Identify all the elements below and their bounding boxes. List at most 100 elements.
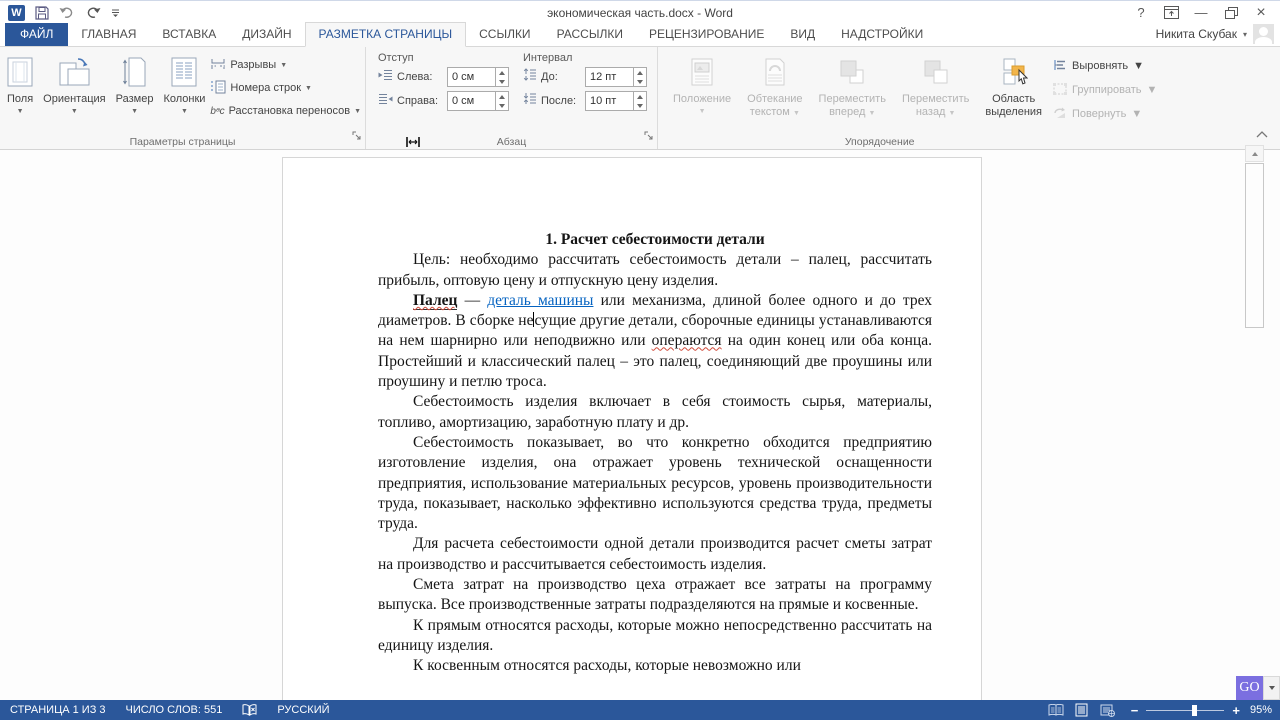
title-bar: экономическая часть.docx - Word W ? — × [0,0,1280,24]
window-controls: ? — × [1128,3,1280,23]
window-title: экономическая часть.docx - Word [0,6,1280,20]
ribbon-tab-row: ФАЙЛ ГЛАВНАЯ ВСТАВКА ДИЗАЙН РАЗМЕТКА СТР… [0,24,1280,47]
size-button[interactable]: Размер ▼ [111,52,159,136]
read-mode-icon[interactable] [1043,700,1069,720]
line-numbers-dropdown-icon: ▼ [305,85,312,92]
breaks-button[interactable]: Разрывы ▼ [210,55,361,75]
zoom-thumb[interactable] [1192,705,1197,716]
doc-paragraph-definition: Палец — деталь машины или механизма, дли… [378,291,932,392]
align-button[interactable]: Выровнять ▼ [1053,56,1157,76]
zoom-slider[interactable]: − + [1121,703,1250,718]
group-button: Группировать ▼ [1053,80,1157,100]
spacing-before-label: До: [541,71,581,83]
tab-view[interactable]: ВИД [777,23,828,46]
indent-left-label: Слева: [397,71,443,83]
doc-hyperlink[interactable]: деталь машины [487,292,593,309]
indent-right-icon [378,92,393,110]
bring-forward-button: Переместитьвперед ▼ [814,52,891,136]
doc-paragraph-cost-includes: Себестоимость изделия включает в себя ст… [378,392,932,433]
tab-mailings[interactable]: РАССЫЛКИ [544,23,636,46]
spacing-after-input[interactable]: 10 пт [585,91,647,111]
go-overlay-dropdown-icon[interactable] [1263,676,1280,700]
size-dropdown-icon: ▼ [131,108,138,115]
group-arrange: Положение ▼ Обтеканиетекстом ▼ Перемести… [658,47,1161,149]
line-numbers-button[interactable]: Номера строк ▼ [210,78,361,98]
position-button: Положение ▼ [668,52,736,136]
doc-misspelled-word: операются [652,332,722,349]
spacing-before-input[interactable]: 12 пт [585,67,647,87]
orientation-dropdown-icon: ▼ [71,108,78,115]
vertical-scrollbar[interactable] [1245,145,1264,700]
web-layout-icon[interactable] [1095,700,1121,720]
tab-review[interactable]: РЕЦЕНЗИРОВАНИЕ [636,23,777,46]
tab-page-layout[interactable]: РАЗМЕТКА СТРАНИЦЫ [305,22,467,47]
language-indicator[interactable]: РУССКИЙ [267,700,339,720]
collapse-ribbon-icon[interactable] [1256,125,1268,143]
position-icon [690,54,714,90]
word-count[interactable]: ЧИСЛО СЛОВ: 551 [116,700,233,720]
group-page-setup: Поля ▼ Ориентация ▼ Размер ▼ Колонки ▼ [0,47,366,149]
scroll-up-icon[interactable] [1245,145,1264,162]
margins-button[interactable]: Поля ▼ [2,52,38,136]
spacing-after-icon [523,92,537,110]
zoom-in-icon[interactable]: + [1232,703,1240,718]
print-layout-icon[interactable] [1069,700,1095,720]
help-icon[interactable]: ? [1128,3,1154,23]
hyphenation-button[interactable]: bᵃc Расстановка переносов ▼ [210,101,361,121]
send-backward-icon [922,54,950,90]
go-overlay-badge[interactable]: GO [1236,676,1263,700]
restore-icon[interactable] [1218,3,1244,23]
indent-left-icon [378,68,393,86]
zoom-level[interactable]: 95% [1250,704,1280,716]
page-setup-dialog-launcher-icon[interactable] [352,128,362,146]
account-area[interactable]: Никита Скубак ▾ [1156,24,1280,46]
indent-header: Отступ [378,52,509,64]
zoom-out-icon[interactable]: − [1131,703,1139,718]
account-dropdown-icon[interactable]: ▾ [1243,30,1247,39]
size-icon [123,54,147,90]
avatar[interactable] [1253,24,1274,44]
document-page[interactable]: 1. Расчет себестоимости детали Цель: нео… [282,157,982,700]
document-text[interactable]: 1. Расчет себестоимости детали Цель: нео… [378,230,932,677]
group-dropdown-icon: ▼ [1147,84,1158,96]
document-area[interactable]: 1. Расчет себестоимости детали Цель: нео… [0,150,1280,700]
tab-home[interactable]: ГЛАВНАЯ [68,23,149,46]
tab-insert[interactable]: ВСТАВКА [149,23,229,46]
spacing-after-spinner[interactable] [633,92,646,110]
rotate-button: Повернуть ▼ [1053,104,1157,124]
group-label-arrange: Упорядочение [598,136,1161,148]
send-backward-dropdown-icon: ▼ [949,110,956,117]
tab-addins[interactable]: НАДСТРОЙКИ [828,23,936,46]
proofing-icon[interactable] [232,700,267,720]
indent-left-spinner[interactable] [495,68,508,86]
selection-pane-icon [1000,54,1028,90]
columns-button[interactable]: Колонки ▼ [158,52,210,136]
page-indicator[interactable]: СТРАНИЦА 1 ИЗ 3 [0,700,116,720]
send-backward-button: Переместитьназад ▼ [897,52,974,136]
hyphenation-dropdown-icon: ▼ [354,108,361,115]
breaks-dropdown-icon: ▼ [280,62,287,69]
tab-design[interactable]: ДИЗАЙН [229,23,304,46]
indent-right-spinner[interactable] [495,92,508,110]
zoom-track[interactable] [1146,710,1224,711]
tab-references[interactable]: ССЫЛКИ [466,23,543,46]
spacing-before-spinner[interactable] [633,68,646,86]
doc-paragraph-goal: Цель: необходимо рассчитать себестоимост… [378,250,932,291]
scrollbar-thumb[interactable] [1245,163,1264,328]
orientation-icon [58,54,90,90]
selection-pane-button[interactable]: Областьвыделения [980,52,1047,136]
ribbon-display-options-icon[interactable] [1158,3,1184,23]
indent-left-input[interactable]: 0 см [447,67,509,87]
rotate-dropdown-icon: ▼ [1131,108,1142,120]
rotate-icon [1053,107,1067,122]
tab-file[interactable]: ФАЙЛ [5,23,68,46]
doc-paragraph-direct: К прямым относятся расходы, которые можн… [378,616,932,657]
doc-paragraph-estimate: Смета затрат на производство цеха отража… [378,575,932,616]
close-icon[interactable]: × [1248,3,1274,23]
orientation-button[interactable]: Ориентация ▼ [38,52,110,136]
spacing-header: Интервал [523,52,647,64]
doc-paragraph-cost-shows: Себестоимость показывает, во что конкрет… [378,433,932,534]
minimize-icon[interactable]: — [1188,3,1214,23]
align-icon [1053,59,1067,74]
indent-right-input[interactable]: 0 см [447,91,509,111]
